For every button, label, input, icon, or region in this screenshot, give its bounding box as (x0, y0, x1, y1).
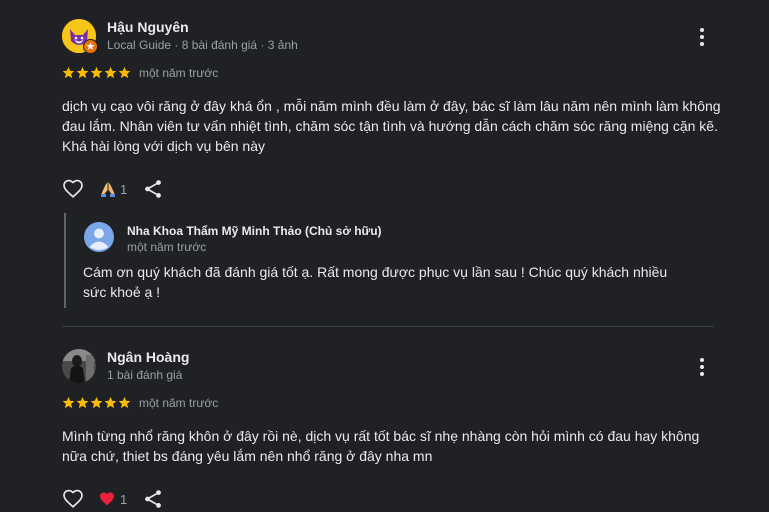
star-icon (62, 396, 75, 409)
local-guide-badge-icon (83, 39, 98, 54)
star-icon (62, 66, 75, 79)
star-icon (104, 66, 117, 79)
reaction-button[interactable] (99, 180, 117, 203)
reaction-count: 1 (120, 492, 128, 507)
like-button[interactable] (62, 178, 84, 205)
star-icon (76, 66, 89, 79)
more-options-button[interactable] (694, 356, 710, 378)
reviewer-meta: 1 bài đánh giá (107, 368, 183, 382)
heart-outline-icon (63, 179, 83, 198)
reaction-count: 1 (120, 182, 128, 197)
reviews-page: Hậu Nguyên Local Guide · 8 bài đánh giá … (0, 0, 769, 512)
review-time: một năm trước (139, 66, 219, 80)
review-card: Hậu Nguyên Local Guide · 8 bài đánh giá … (62, 16, 722, 204)
heart-outline-icon (63, 489, 83, 508)
rating-row: một năm trước (62, 64, 722, 86)
star-icon (118, 66, 131, 79)
review-header: Ngân Hoàng 1 bài đánh giá (62, 346, 722, 386)
default-user-icon (84, 222, 114, 252)
review-text: Mình từng nhổ răng khôn ở đây rồi nè, dị… (62, 428, 700, 464)
review-actions: 1 (62, 488, 722, 512)
avatar[interactable] (62, 349, 96, 383)
more-vert-icon (700, 28, 704, 46)
star-icon (90, 396, 103, 409)
star-rating (62, 396, 131, 409)
star-icon (118, 396, 131, 409)
profile-photo-icon (62, 349, 96, 383)
owner-response-time: một năm trước (127, 240, 207, 254)
owner-response: Nha Khoa Thẩm Mỹ Minh Thảo (Chủ sở hữu) … (64, 213, 667, 308)
review-header: Hậu Nguyên Local Guide · 8 bài đánh giá … (62, 16, 722, 56)
divider (62, 326, 714, 327)
reviewer-name[interactable]: Hậu Nguyên (107, 19, 189, 35)
share-button[interactable] (142, 488, 164, 512)
reviewer-meta: Local Guide · 8 bài đánh giá · 3 ảnh (107, 38, 298, 52)
folded-hands-emoji-icon (101, 182, 115, 197)
like-button[interactable] (62, 488, 84, 512)
review-time: một năm trước (139, 396, 219, 410)
rating-row: một năm trước (62, 394, 722, 416)
more-vert-icon (700, 358, 704, 376)
share-icon (145, 490, 161, 508)
share-button[interactable] (142, 178, 164, 205)
red-heart-emoji-icon (100, 492, 114, 506)
star-icon (104, 396, 117, 409)
star-icon (90, 66, 103, 79)
reaction-button[interactable] (99, 491, 115, 512)
owner-name: Nha Khoa Thẩm Mỹ Minh Thảo (Chủ sở hữu) (127, 224, 382, 238)
reviewer-name[interactable]: Ngân Hoàng (107, 349, 189, 365)
review-text: dịch vụ cạo vôi răng ở đây khá ổn , mỗi … (62, 98, 721, 154)
review-actions: 1 (62, 178, 722, 204)
review-card: Ngân Hoàng 1 bài đánh giá một năm trước … (62, 346, 722, 512)
owner-avatar[interactable] (84, 222, 114, 252)
star-rating (62, 66, 131, 79)
more-options-button[interactable] (694, 26, 710, 48)
owner-response-text: Cám ơn quý khách đã đánh giá tốt ạ. Rất … (83, 264, 668, 300)
share-icon (145, 180, 161, 198)
star-icon (76, 396, 89, 409)
